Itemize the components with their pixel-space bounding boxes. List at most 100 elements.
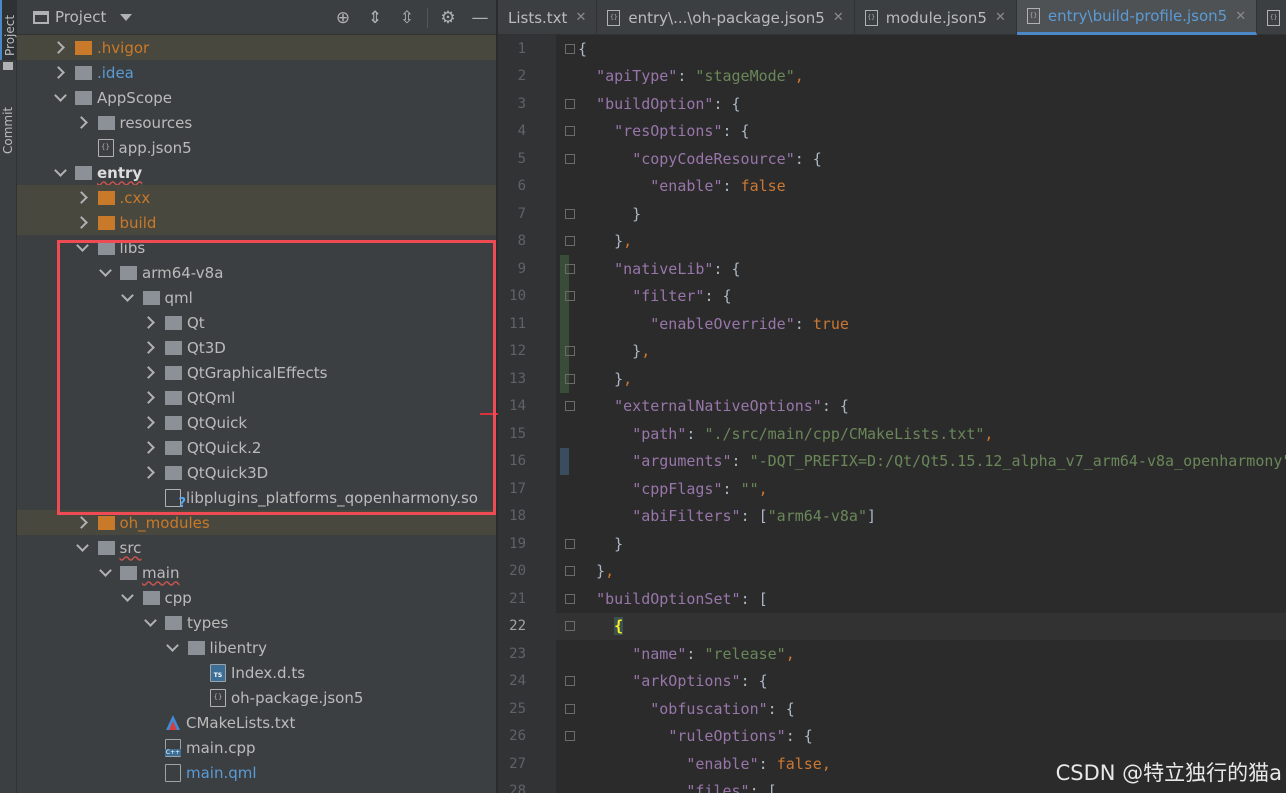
tree-row[interactable]: qml bbox=[17, 285, 496, 310]
chevron-down-icon[interactable] bbox=[166, 641, 180, 655]
tree-row[interactable]: libs bbox=[17, 235, 496, 260]
commit-tool-tab[interactable]: Commit bbox=[0, 100, 17, 170]
code-line[interactable]: 2 "apiType": "stageMode", bbox=[498, 63, 1286, 91]
fold-icon[interactable] bbox=[565, 43, 575, 54]
project-tool-tab[interactable]: Project bbox=[0, 0, 17, 60]
chevron-right-icon[interactable] bbox=[53, 41, 67, 55]
code-line[interactable]: 22 { bbox=[498, 613, 1286, 641]
code-line[interactable]: 21 "buildOptionSet": [ bbox=[498, 585, 1286, 613]
chevron-right-icon[interactable] bbox=[143, 366, 157, 380]
tree-row[interactable]: build bbox=[17, 210, 496, 235]
fold-icon[interactable] bbox=[565, 153, 575, 164]
fold-icon[interactable] bbox=[565, 346, 575, 357]
code-line[interactable]: 5 "copyCodeResource": { bbox=[498, 145, 1286, 173]
code-line[interactable]: 12 }, bbox=[498, 338, 1286, 366]
tree-row[interactable]: AppScope bbox=[17, 85, 496, 110]
tree-row[interactable]: oh_modules bbox=[17, 510, 496, 535]
chevron-right-icon[interactable] bbox=[143, 441, 157, 455]
tree-row[interactable]: QtGraphicalEffects bbox=[17, 360, 496, 385]
editor-tab[interactable]: {} module.json5 ✕ bbox=[855, 0, 1017, 35]
tree-row[interactable]: QtQuick bbox=[17, 410, 496, 435]
editor-tab[interactable]: Lists.txt ✕ bbox=[498, 0, 598, 35]
chevron-right-icon[interactable] bbox=[143, 391, 157, 405]
tree-row[interactable]: arm64-v8a bbox=[17, 260, 496, 285]
fold-icon[interactable] bbox=[565, 263, 575, 274]
code-line[interactable]: 1{ bbox=[498, 35, 1286, 63]
chevron-down-icon[interactable] bbox=[98, 566, 112, 580]
fold-icon[interactable] bbox=[565, 373, 575, 384]
close-icon[interactable]: ✕ bbox=[575, 10, 586, 25]
code-line[interactable]: 19 } bbox=[498, 530, 1286, 558]
close-icon[interactable]: ✕ bbox=[833, 10, 844, 25]
code-line[interactable]: 23 "name": "release", bbox=[498, 640, 1286, 668]
tree-row[interactable]: entry bbox=[17, 160, 496, 185]
chevron-down-icon[interactable] bbox=[120, 13, 133, 21]
tree-row[interactable]: main bbox=[17, 560, 496, 585]
hide-icon[interactable]: — bbox=[464, 0, 496, 35]
code-line[interactable]: 13 }, bbox=[498, 365, 1286, 393]
tree-row[interactable]: Qt3D bbox=[17, 335, 496, 360]
tree-row[interactable]: QtQml bbox=[17, 385, 496, 410]
fold-icon[interactable] bbox=[565, 621, 575, 632]
locate-icon[interactable]: ⊕ bbox=[327, 0, 359, 35]
fold-icon[interactable] bbox=[565, 208, 575, 219]
editor-tab[interactable]: {}b bbox=[1257, 0, 1286, 35]
chevron-right-icon[interactable] bbox=[76, 216, 90, 230]
tree-row[interactable]: .cxx bbox=[17, 185, 496, 210]
fold-icon[interactable] bbox=[565, 731, 575, 742]
tree-row[interactable]: CMakeLists.txt bbox=[17, 710, 496, 735]
fold-icon[interactable] bbox=[565, 676, 575, 687]
code-line[interactable]: 20 }, bbox=[498, 558, 1286, 586]
chevron-right-icon[interactable] bbox=[53, 66, 67, 80]
code-line[interactable]: 8 }, bbox=[498, 228, 1286, 256]
fold-icon[interactable] bbox=[565, 538, 575, 549]
code-line[interactable]: 9 "nativeLib": { bbox=[498, 255, 1286, 283]
code-line[interactable]: 6 "enable": false bbox=[498, 173, 1286, 201]
fold-icon[interactable] bbox=[565, 291, 575, 302]
code-line[interactable]: 4 "resOptions": { bbox=[498, 118, 1286, 146]
fold-icon[interactable] bbox=[565, 236, 575, 247]
tree-row[interactable]: {} oh-package.json5 bbox=[17, 685, 496, 710]
tree-row[interactable]: .hvigor bbox=[17, 35, 496, 60]
tree-row[interactable]: cpp bbox=[17, 585, 496, 610]
chevron-right-icon[interactable] bbox=[143, 466, 157, 480]
close-icon[interactable]: ✕ bbox=[1235, 9, 1246, 24]
chevron-right-icon[interactable] bbox=[76, 516, 90, 530]
code-line[interactable]: 10 "filter": { bbox=[498, 283, 1286, 311]
code-line[interactable]: 24 "arkOptions": { bbox=[498, 668, 1286, 696]
tree-row[interactable]: libentry bbox=[17, 635, 496, 660]
chevron-right-icon[interactable] bbox=[143, 316, 157, 330]
tree-row[interactable]: Qt bbox=[17, 310, 496, 335]
chevron-down-icon[interactable] bbox=[53, 91, 67, 105]
fold-icon[interactable] bbox=[565, 126, 575, 137]
gear-icon[interactable]: ⚙ bbox=[432, 0, 464, 35]
chevron-down-icon[interactable] bbox=[53, 166, 67, 180]
tree-row[interactable]: src bbox=[17, 535, 496, 560]
chevron-down-icon[interactable] bbox=[76, 241, 90, 255]
chevron-down-icon[interactable] bbox=[98, 266, 112, 280]
chevron-down-icon[interactable] bbox=[121, 591, 135, 605]
tree-row[interactable]: main.cpp bbox=[17, 735, 496, 760]
chevron-right-icon[interactable] bbox=[143, 416, 157, 430]
chevron-down-icon[interactable] bbox=[143, 616, 157, 630]
tree-row[interactable]: {} app.json5 bbox=[17, 135, 496, 160]
code-line[interactable]: 15 "path": "./src/main/cpp/CMakeLists.tx… bbox=[498, 420, 1286, 448]
fold-icon[interactable] bbox=[565, 703, 575, 714]
code-line[interactable]: 11 "enableOverride": true bbox=[498, 310, 1286, 338]
code-line[interactable]: 26 "ruleOptions": { bbox=[498, 723, 1286, 751]
chevron-right-icon[interactable] bbox=[76, 116, 90, 130]
chevron-down-icon[interactable] bbox=[76, 541, 90, 555]
tree-row[interactable]: main.qml bbox=[17, 760, 496, 785]
code-line[interactable]: 7 } bbox=[498, 200, 1286, 228]
tree-row[interactable]: libplugins_platforms_qopenharmony.so bbox=[17, 485, 496, 510]
expand-all-icon[interactable]: ⇕ bbox=[359, 0, 391, 35]
fold-icon[interactable] bbox=[565, 593, 575, 604]
chevron-down-icon[interactable] bbox=[121, 291, 135, 305]
fold-icon[interactable] bbox=[565, 98, 575, 109]
code-line[interactable]: 3 "buildOption": { bbox=[498, 90, 1286, 118]
code-line[interactable]: 25 "obfuscation": { bbox=[498, 695, 1286, 723]
tree-row[interactable]: resources bbox=[17, 110, 496, 135]
fold-icon[interactable] bbox=[565, 401, 575, 412]
editor-tab[interactable]: {} entry\build-profile.json5 ✕ bbox=[1016, 0, 1258, 35]
code-line[interactable]: 17 "cppFlags": "", bbox=[498, 475, 1286, 503]
